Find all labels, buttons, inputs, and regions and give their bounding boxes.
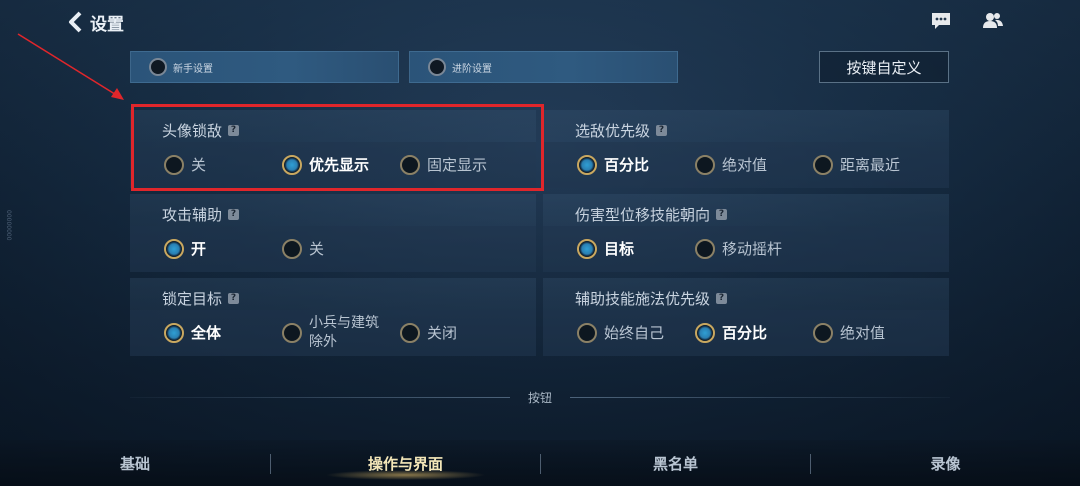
- option-label: 始终自己: [604, 324, 665, 342]
- setting-attack-assist: 攻击辅助? 开 关: [130, 194, 536, 272]
- option-label: 开: [191, 240, 207, 258]
- option-label: 绝对值: [722, 156, 768, 174]
- radio-button: [577, 154, 597, 175]
- setting-lock-target: 锁定目标? 全体 小兵与建筑除外 关闭: [130, 278, 536, 356]
- radio-button: [695, 154, 715, 175]
- back-button[interactable]: 设置: [68, 8, 124, 36]
- option-label: 目标: [604, 240, 635, 258]
- setting-title: 辅助技能施法优先级: [575, 290, 711, 308]
- radio-button: [695, 238, 715, 259]
- section-divider-label: 按钮: [527, 391, 552, 405]
- help-icon[interactable]: ?: [716, 293, 728, 304]
- setting-support-cast-priority: 辅助技能施法优先级? 始终自己 百分比 绝对值: [543, 278, 949, 356]
- option-label: 全体: [191, 324, 222, 342]
- radio-button: [164, 238, 184, 259]
- option-label-line1: 小兵与建筑: [309, 315, 379, 331]
- option-label-line2: 除外: [309, 334, 337, 350]
- option-absolute[interactable]: 绝对值: [813, 322, 885, 343]
- setting-title: 头像锁敌: [162, 122, 223, 140]
- radio-button: [164, 154, 184, 175]
- divider-line: [570, 397, 950, 398]
- mode-tab-advanced[interactable]: 进阶设置: [409, 51, 678, 83]
- option-label: 关: [191, 156, 207, 174]
- radio-button: [577, 238, 597, 259]
- option-label: 优先显示: [309, 156, 370, 174]
- option-label: 关闭: [427, 324, 458, 342]
- option-exclude-minions-buildings[interactable]: 小兵与建筑 除外: [282, 314, 379, 352]
- option-off[interactable]: 关: [164, 154, 206, 175]
- option-label: 小兵与建筑 除外: [309, 314, 379, 352]
- mode-tab-advanced-label: 进阶设置: [452, 63, 492, 75]
- setting-title: 选敌优先级: [575, 122, 651, 140]
- radio-button: [695, 322, 715, 343]
- option-label: 绝对值: [840, 324, 886, 342]
- friends-button[interactable]: [980, 10, 1006, 32]
- option-percentage[interactable]: 百分比: [577, 154, 649, 175]
- radio-button: [282, 154, 302, 175]
- radio-button: [813, 322, 833, 343]
- option-priority-show[interactable]: 优先显示: [282, 154, 369, 175]
- divider-line: [130, 397, 510, 398]
- option-label: 百分比: [604, 156, 650, 174]
- tab-blacklist[interactable]: 黑名单: [541, 440, 810, 486]
- radio-button: [813, 154, 833, 175]
- setting-avatar-lock: 头像锁敌? 关 优先显示 固定显示: [130, 110, 536, 188]
- radio-button: [282, 238, 302, 259]
- tab-controls-interface[interactable]: 操作与界面: [271, 440, 540, 486]
- option-absolute[interactable]: 绝对值: [695, 154, 767, 175]
- chat-button[interactable]: [928, 10, 954, 32]
- radio-advanced: [428, 58, 446, 76]
- radio-button: [400, 154, 420, 175]
- option-all[interactable]: 全体: [164, 322, 221, 343]
- friends-icon: [983, 13, 1003, 28]
- option-nearest[interactable]: 距离最近: [813, 154, 900, 175]
- setting-dash-skill-direction: 伤害型位移技能朝向? 目标 移动摇杆: [543, 194, 949, 272]
- setting-target-priority: 选敌优先级? 百分比 绝对值 距离最近: [543, 110, 949, 188]
- radio-button: [282, 323, 302, 343]
- option-on[interactable]: 开: [164, 238, 206, 259]
- option-label: 百分比: [722, 324, 768, 342]
- setting-title: 伤害型位移技能朝向: [575, 206, 711, 224]
- side-watermark-text: 00000000: [5, 210, 12, 241]
- option-label: 距离最近: [840, 156, 901, 174]
- help-icon[interactable]: ?: [228, 125, 240, 136]
- option-fixed-show[interactable]: 固定显示: [400, 154, 487, 175]
- radio-button: [577, 322, 597, 343]
- mode-tab-beginner-label: 新手设置: [173, 63, 213, 75]
- chat-bubble-icon: [932, 13, 950, 29]
- radio-beginner: [149, 58, 167, 76]
- help-icon[interactable]: ?: [228, 209, 240, 220]
- help-icon[interactable]: ?: [228, 293, 240, 304]
- custom-keys-button[interactable]: 按键自定义: [819, 51, 949, 83]
- help-icon[interactable]: ?: [656, 125, 668, 136]
- setting-title: 锁定目标: [162, 290, 223, 308]
- option-label: 固定显示: [427, 156, 488, 174]
- option-label: 移动摇杆: [722, 240, 783, 258]
- mode-tab-beginner[interactable]: 新手设置: [130, 51, 399, 83]
- option-percentage[interactable]: 百分比: [695, 322, 767, 343]
- help-icon[interactable]: ?: [716, 209, 728, 220]
- radio-button: [164, 322, 184, 343]
- bottom-tab-bar: 基础 操作与界面 黑名单 录像: [0, 440, 1080, 486]
- option-close[interactable]: 关闭: [400, 322, 457, 343]
- tab-basic[interactable]: 基础: [0, 440, 270, 486]
- setting-title: 攻击辅助: [162, 206, 223, 224]
- option-label: 关: [309, 240, 325, 258]
- tab-replay[interactable]: 录像: [811, 440, 1080, 486]
- option-always-self[interactable]: 始终自己: [577, 322, 664, 343]
- radio-button: [400, 322, 420, 343]
- chevron-left-icon: [69, 11, 82, 33]
- option-target[interactable]: 目标: [577, 238, 634, 259]
- option-joystick[interactable]: 移动摇杆: [695, 238, 782, 259]
- option-off[interactable]: 关: [282, 238, 324, 259]
- page-title: 设置: [90, 14, 124, 35]
